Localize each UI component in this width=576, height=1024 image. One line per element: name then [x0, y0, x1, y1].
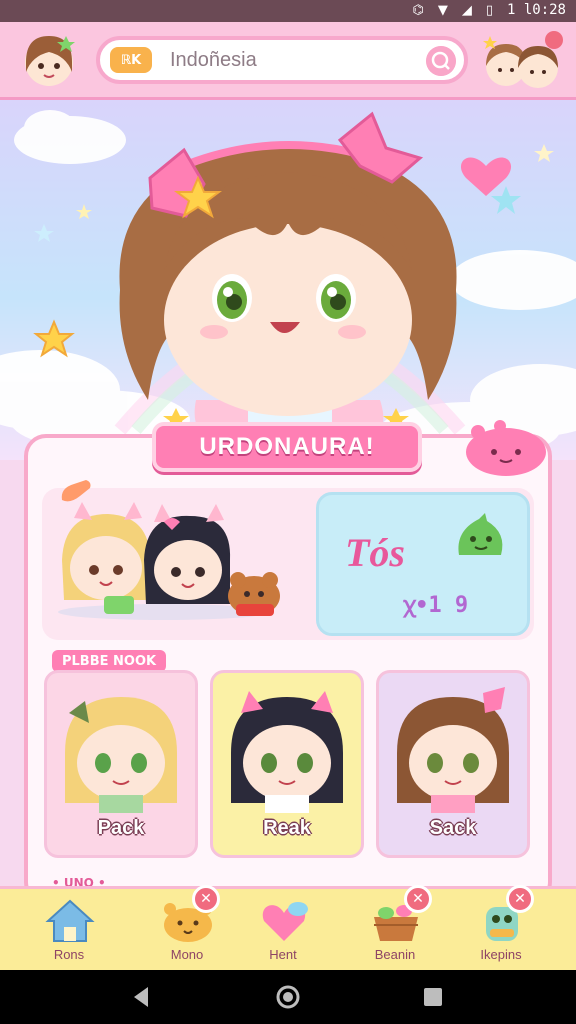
- heart-icon: [460, 157, 512, 196]
- search-bar[interactable]: ℝK Indoñesia: [96, 36, 468, 84]
- character-card-reak[interactable]: Reak: [210, 670, 364, 858]
- star-icon: [34, 224, 54, 242]
- stats-value: ꭓ•1 9: [403, 593, 469, 618]
- stats-panel[interactable]: Tós ꭓ•1 9: [316, 492, 530, 636]
- profile-avatar-icon[interactable]: [18, 28, 80, 90]
- character-name: Reak: [263, 817, 311, 839]
- character-name: Sack: [429, 817, 477, 839]
- nav-item-rons[interactable]: Rons: [24, 889, 114, 973]
- hero-banner: [0, 100, 576, 460]
- hero-illustration: [0, 110, 576, 458]
- character-card-pack[interactable]: Pack: [44, 670, 198, 858]
- nav-item-hent[interactable]: Hent: [238, 889, 328, 973]
- nav-label: Mono: [170, 947, 204, 962]
- status-bar: ⌬ ▼ ◢ ▯ 1 l0:28: [0, 0, 576, 22]
- character-group-illustration[interactable]: [54, 500, 304, 624]
- character-card-sack[interactable]: Sack: [376, 670, 530, 858]
- friends-avatar-icon[interactable]: [478, 28, 568, 92]
- recents-icon[interactable]: [420, 984, 446, 1010]
- nav-item-beanin[interactable]: Beanin ✕: [350, 885, 440, 973]
- search-input[interactable]: Indoñesia: [170, 49, 257, 72]
- dark-hair-girl-portrait-icon: [231, 691, 343, 813]
- hero-title-plate: URDONAURA!: [152, 422, 422, 472]
- nav-label: Beanin: [374, 947, 416, 962]
- status-icons: ⌬ ▼ ◢ ▯ 1 l0:28: [412, 2, 566, 18]
- wifi-icon: ▼: [437, 2, 448, 18]
- nav-label: Hent: [269, 947, 297, 962]
- hero-title: URDONAURA!: [199, 433, 375, 460]
- green-slime-icon: [458, 513, 503, 555]
- notification-badge[interactable]: ✕: [192, 885, 220, 913]
- status-time: 1 l0:28: [506, 2, 566, 18]
- search-icon[interactable]: [426, 46, 456, 76]
- character-name: Pack: [97, 817, 145, 839]
- notification-icon: ⌬: [412, 2, 424, 18]
- heart-icon: [262, 902, 308, 941]
- section-label: PLBBE NOOK: [52, 650, 167, 672]
- notification-badge[interactable]: ✕: [506, 885, 534, 913]
- nav-item-mono[interactable]: Mono ✕: [142, 885, 232, 973]
- system-nav-bar: [0, 970, 576, 1024]
- brown-hair-girl-portrait-icon: [397, 687, 509, 813]
- blonde-girl-portrait-icon: [65, 697, 177, 813]
- battery-icon: ▯: [485, 2, 493, 18]
- signal-icon: ◢: [461, 2, 472, 18]
- stats-title: Tós: [345, 530, 405, 575]
- star-icon: [491, 186, 521, 214]
- bottom-nav: Rons Mono ✕ Hent Beanin ✕ Ikepins ✕: [0, 885, 576, 973]
- search-tag[interactable]: ℝK: [110, 47, 152, 73]
- pink-slime-icon: [466, 420, 546, 476]
- nav-label: Ikepins: [480, 947, 522, 962]
- house-icon: [45, 899, 95, 942]
- home-icon[interactable]: [275, 984, 301, 1010]
- star-icon: [534, 144, 554, 162]
- nav-item-ikepins[interactable]: Ikepins ✕: [456, 885, 546, 973]
- back-icon[interactable]: [128, 984, 154, 1010]
- notification-badge[interactable]: ✕: [404, 885, 432, 913]
- star-icon: [76, 204, 92, 219]
- app-header: ℝK Indoñesia: [0, 22, 576, 100]
- nav-label: Rons: [53, 947, 85, 962]
